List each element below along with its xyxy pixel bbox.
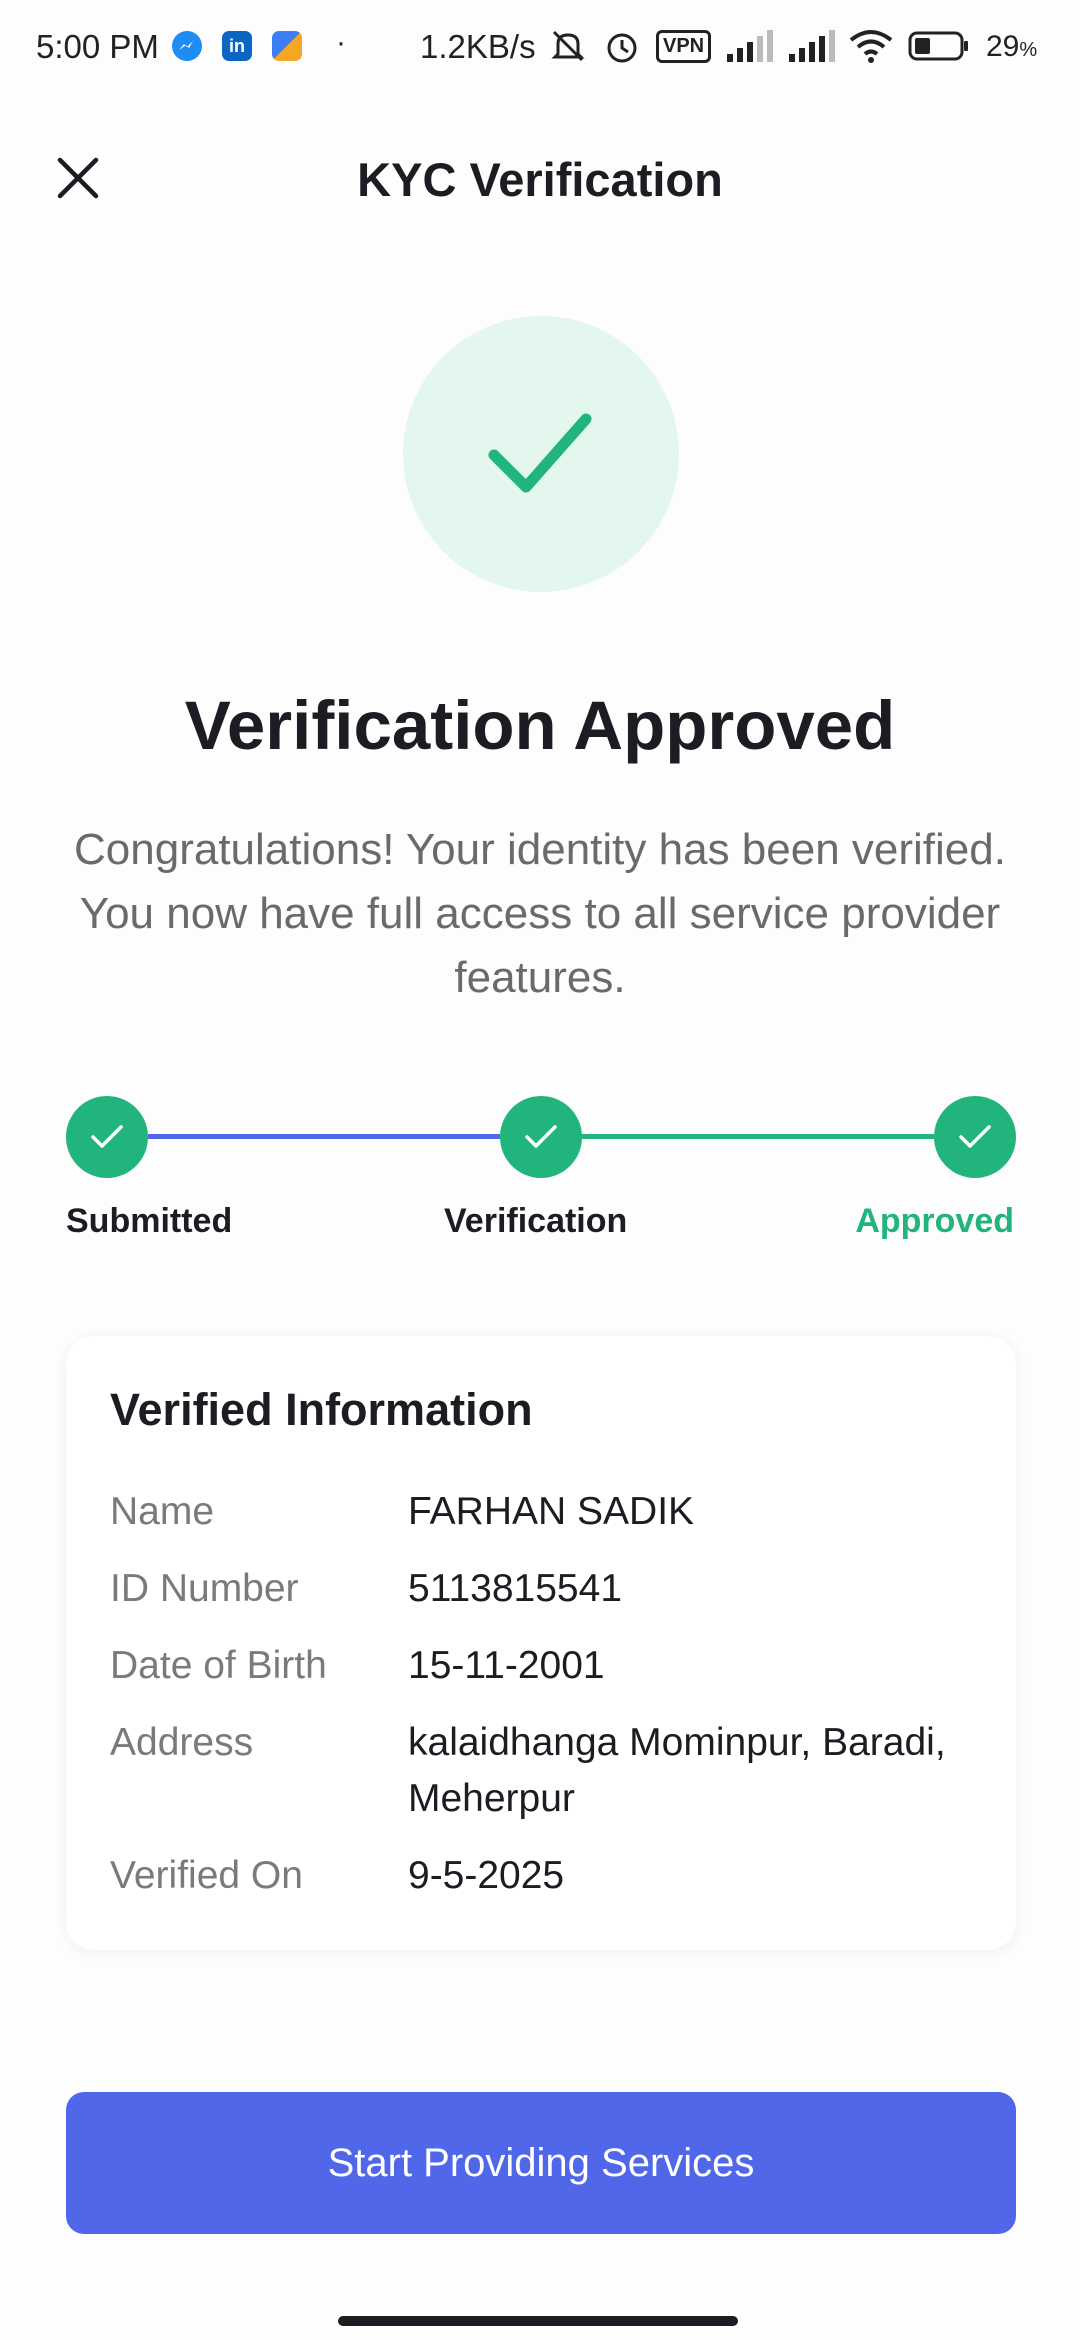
step-label-verification: Verification: [444, 1202, 628, 1240]
wifi-icon: [849, 30, 893, 63]
step-approved-indicator: [934, 1096, 1016, 1178]
step-verification-indicator: [500, 1096, 582, 1178]
status-bar: 5:00 PM in · 1.2KB/s VPN 29%: [0, 0, 1080, 100]
info-value: kalaidhanga Mominpur, Baradi, Meherpur: [408, 1721, 946, 1820]
step-connector: [148, 1134, 500, 1139]
step-label-submitted: Submitted: [66, 1202, 233, 1240]
status-indicators: VPN: [548, 26, 971, 66]
home-indicator[interactable]: [338, 2316, 738, 2326]
progress-stepper: Submitted Verification Approved: [0, 1090, 1080, 1260]
info-value: FARHAN SADIK: [408, 1490, 695, 1533]
step-label-approved: Approved: [855, 1202, 1014, 1240]
network-speed: 1.2KB/s: [420, 28, 536, 65]
status-title: Verification Approved: [184, 687, 896, 764]
step-submitted-indicator: [66, 1096, 148, 1178]
info-value: 5113815541: [408, 1567, 623, 1610]
page-title: KYC Verification: [357, 153, 723, 206]
battery-percent-unit: %: [1019, 39, 1038, 61]
checkmark-icon: [91, 1125, 123, 1148]
messenger-icon: [172, 31, 202, 61]
checkmark-icon: [488, 413, 592, 493]
card-title: Verified Information: [110, 1384, 533, 1435]
app-header: KYC Verification: [0, 100, 1080, 250]
info-value: 9-5-2025: [408, 1854, 565, 1897]
battery-percent-value: 29: [986, 30, 1020, 63]
info-label: Date of Birth: [110, 1644, 327, 1687]
step-connector: [580, 1134, 934, 1139]
mute-icon: [551, 30, 585, 62]
info-label: Verified On: [110, 1854, 303, 1897]
signal-icon: [789, 30, 836, 62]
status-time: 5:00 PM: [36, 28, 159, 65]
verified-info-card: Verified Information Name FARHAN SADIK I…: [66, 1336, 1016, 1950]
status-dot: ·: [336, 26, 346, 59]
start-providing-services-button[interactable]: Start Providing Services: [66, 2092, 1016, 2234]
info-value: 15-11-2001: [408, 1644, 605, 1687]
info-label: Address: [110, 1721, 254, 1764]
notification-icons: in: [172, 31, 302, 61]
signal-icon: [727, 30, 774, 62]
checkmark-icon: [959, 1125, 991, 1148]
alarm-icon: [607, 33, 637, 63]
checkmark-icon: [525, 1125, 557, 1148]
info-label: Name: [110, 1490, 215, 1533]
info-label: ID Number: [110, 1567, 299, 1610]
app-icon: [272, 31, 302, 61]
status-message: Congratulations! Your identity has been …: [74, 825, 1006, 1002]
linkedin-icon: in: [222, 31, 252, 61]
battery-icon: [908, 31, 969, 61]
vpn-icon: VPN: [656, 29, 712, 63]
battery-percent: 29%: [986, 30, 1037, 64]
success-badge: [403, 316, 679, 592]
